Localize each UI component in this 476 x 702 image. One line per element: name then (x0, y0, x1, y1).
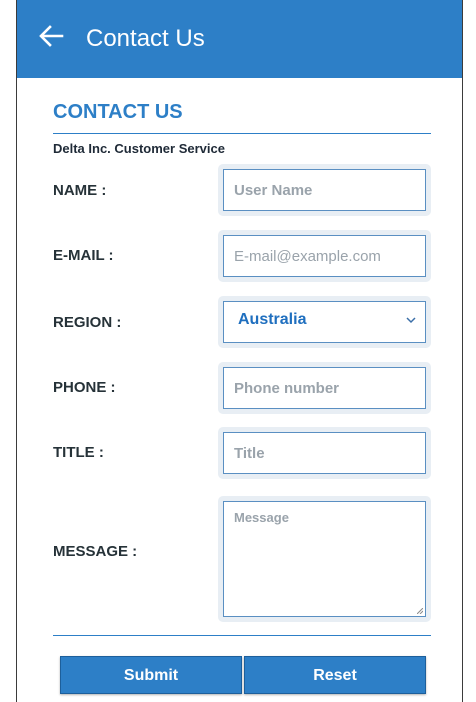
email-input[interactable] (223, 235, 426, 277)
chevron-down-icon (406, 317, 416, 324)
form-heading: CONTACT US (53, 101, 183, 123)
message-field-wrapper (218, 496, 431, 622)
phone-field-wrapper (218, 362, 431, 414)
reset-button[interactable]: Reset (244, 656, 426, 694)
screen: Contact Us CONTACT US Delta Inc. Custome… (0, 0, 476, 702)
submit-button[interactable]: Submit (60, 656, 242, 694)
region-label: REGION : (53, 314, 122, 331)
phone-label: PHONE : (53, 379, 116, 396)
phone-input[interactable] (223, 367, 426, 409)
name-field-wrapper (218, 164, 431, 216)
region-selected-value: Australia (238, 311, 307, 328)
title-input[interactable] (223, 432, 426, 474)
message-label: MESSAGE : (53, 543, 138, 560)
resize-grip-icon[interactable] (417, 608, 423, 614)
name-label: NAME : (53, 182, 107, 199)
app-bar-title: Contact Us (86, 25, 205, 52)
email-field-wrapper (218, 230, 431, 282)
region-select[interactable]: Australia (223, 301, 426, 343)
form-subtitle: Delta Inc. Customer Service (53, 141, 225, 156)
phone-frame: Contact Us CONTACT US Delta Inc. Custome… (16, 0, 463, 702)
heading-divider (53, 133, 431, 134)
email-label: E-MAIL : (53, 247, 114, 264)
app-bar: Contact Us (17, 0, 462, 78)
title-label: TITLE : (53, 444, 104, 461)
title-field-wrapper (218, 427, 431, 479)
message-textarea[interactable] (223, 501, 426, 617)
region-field-wrapper: Australia (218, 296, 431, 348)
name-input[interactable] (223, 169, 426, 211)
footer-divider (53, 635, 431, 636)
arrow-left-icon[interactable] (37, 22, 65, 50)
